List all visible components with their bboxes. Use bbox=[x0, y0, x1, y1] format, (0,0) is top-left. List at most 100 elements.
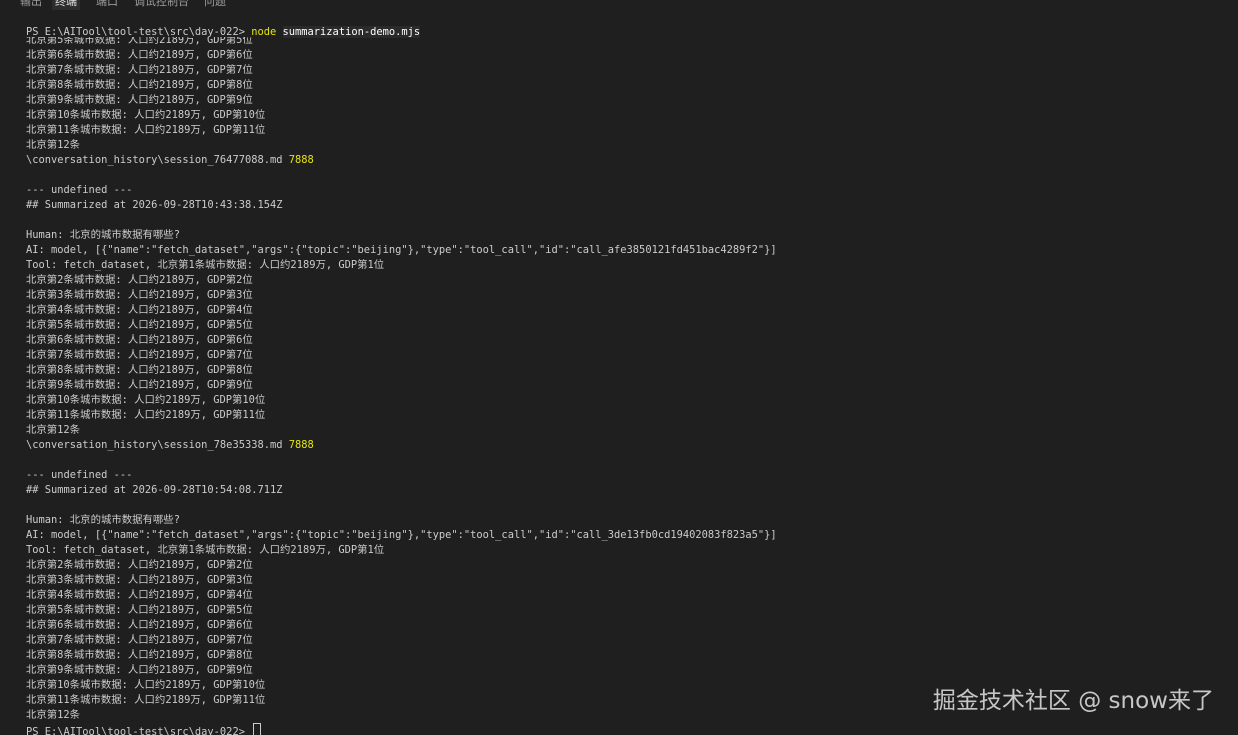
terminal-line: 北京第9条城市数据: 人口约2189万, GDP第9位 bbox=[26, 663, 777, 678]
tab-debug-console[interactable]: 调试控制台 bbox=[134, 0, 189, 10]
terminal-line-text: 北京第7条城市数据: 人口约2189万, GDP第7位 bbox=[26, 64, 253, 76]
terminal-line-text: 北京第12条 bbox=[26, 709, 81, 721]
terminal-line-text: AI: model, [{"name":"fetch_dataset","arg… bbox=[26, 529, 777, 541]
terminal-line: 北京第5条城市数据: 人口约2189万, GDP第5位 bbox=[26, 37, 777, 48]
terminal-line-text: 北京第9条城市数据: 人口约2189万, GDP第9位 bbox=[26, 379, 253, 391]
terminal-line: 北京第2条城市数据: 人口约2189万, GDP第2位 bbox=[26, 273, 777, 288]
terminal-line-text: 北京第9条城市数据: 人口约2189万, GDP第9位 bbox=[26, 94, 253, 106]
terminal-line: Human: 北京的城市数据有哪些? bbox=[26, 228, 777, 243]
terminal-line: 北京第10条城市数据: 人口约2189万, GDP第10位 bbox=[26, 393, 777, 408]
terminal-line: 北京第8条城市数据: 人口约2189万, GDP第8位 bbox=[26, 363, 777, 378]
terminal-panel[interactable]: PS E:\AITool\tool-test\src\day-022> node… bbox=[0, 10, 1238, 735]
terminal-line: 北京第4条城市数据: 人口约2189万, GDP第4位 bbox=[26, 588, 777, 603]
terminal-line-text: 北京第5条城市数据: 人口约2189万, GDP第5位 bbox=[26, 319, 253, 331]
terminal-line-text: \conversation_history\session_78e35338.m… bbox=[26, 439, 289, 451]
terminal-line: --- undefined --- bbox=[26, 183, 777, 198]
terminal-line: 北京第11条城市数据: 人口约2189万, GDP第11位 bbox=[26, 693, 777, 708]
terminal-line-number: 7888 bbox=[288, 439, 314, 451]
terminal-line-text: AI: model, [{"name":"fetch_dataset","arg… bbox=[26, 244, 777, 256]
tab-output[interactable]: 输出 bbox=[20, 0, 42, 10]
panel-tab-bar: 输出 终端 端口 调试控制台 问题 bbox=[0, 0, 1238, 10]
terminal-line: 北京第9条城市数据: 人口约2189万, GDP第9位 bbox=[26, 378, 777, 393]
terminal-line-text: 北京第10条城市数据: 人口约2189万, GDP第10位 bbox=[26, 109, 266, 121]
terminal-line: ## Summarized at 2026-09-28T10:43:38.154… bbox=[26, 198, 777, 213]
terminal-line-text: 北京第5条城市数据: 人口约2189万, GDP第5位 bbox=[26, 37, 253, 46]
terminal-line: AI: model, [{"name":"fetch_dataset","arg… bbox=[26, 243, 777, 258]
terminal-line: ## Summarized at 2026-09-28T10:54:08.711… bbox=[26, 483, 777, 498]
terminal-line-text: 北京第3条城市数据: 人口约2189万, GDP第3位 bbox=[26, 289, 253, 301]
terminal-line-text: 北京第5条城市数据: 人口约2189万, GDP第5位 bbox=[26, 604, 253, 616]
terminal-line: Human: 北京的城市数据有哪些? bbox=[26, 513, 777, 528]
tab-problems[interactable]: 问题 bbox=[204, 0, 226, 10]
terminal-line-number: 7888 bbox=[288, 154, 314, 166]
terminal-line-text: 北京第4条城市数据: 人口约2189万, GDP第4位 bbox=[26, 304, 253, 316]
terminal-line: 北京第5条城市数据: 人口约2189万, GDP第5位 bbox=[26, 318, 777, 333]
tab-terminal[interactable]: 终端 bbox=[52, 0, 80, 10]
terminal-line: 北京第6条城市数据: 人口约2189万, GDP第6位 bbox=[26, 618, 777, 633]
terminal-line: 北京第4条城市数据: 人口约2189万, GDP第4位 bbox=[26, 303, 777, 318]
terminal-cursor bbox=[253, 723, 262, 735]
terminal-line-text: 北京第8条城市数据: 人口约2189万, GDP第8位 bbox=[26, 649, 253, 661]
terminal-line-text: ## Summarized at 2026-09-28T10:54:08.711… bbox=[26, 484, 283, 496]
terminal-line-text: 北京第8条城市数据: 人口约2189万, GDP第8位 bbox=[26, 364, 253, 376]
terminal-line-text: Human: 北京的城市数据有哪些? bbox=[26, 229, 180, 241]
terminal-line: 北京第12条 bbox=[26, 423, 777, 438]
terminal-line-text: 北京第4条城市数据: 人口约2189万, GDP第4位 bbox=[26, 589, 253, 601]
terminal-line-text: 北京第11条城市数据: 人口约2189万, GDP第11位 bbox=[26, 409, 266, 421]
terminal-line: AI: model, [{"name":"fetch_dataset","arg… bbox=[26, 528, 777, 543]
terminal-line: 北京第7条城市数据: 人口约2189万, GDP第7位 bbox=[26, 348, 777, 363]
terminal-line-text: 北京第9条城市数据: 人口约2189万, GDP第9位 bbox=[26, 664, 253, 676]
terminal-line-text: 北京第8条城市数据: 人口约2189万, GDP第8位 bbox=[26, 79, 253, 91]
terminal-line: 北京第12条 bbox=[26, 708, 777, 723]
terminal-line: 北京第11条城市数据: 人口约2189万, GDP第11位 bbox=[26, 408, 777, 423]
terminal-line-text: 北京第10条城市数据: 人口约2189万, GDP第10位 bbox=[26, 679, 266, 691]
terminal-line: 北京第11条城市数据: 人口约2189万, GDP第11位 bbox=[26, 123, 777, 138]
terminal-line: Tool: fetch_dataset, 北京第1条城市数据: 人口约2189万… bbox=[26, 543, 777, 558]
terminal-line: 北京第5条城市数据: 人口约2189万, GDP第5位 bbox=[26, 603, 777, 618]
terminal-line-text: \conversation_history\session_76477088.m… bbox=[26, 154, 289, 166]
terminal-line-text: 北京第12条 bbox=[26, 424, 81, 436]
terminal-line-text: 北京第2条城市数据: 人口约2189万, GDP第2位 bbox=[26, 274, 253, 286]
terminal-line: 北京第9条城市数据: 人口约2189万, GDP第9位 bbox=[26, 93, 777, 108]
terminal-line: 北京第6条城市数据: 人口约2189万, GDP第6位 bbox=[26, 48, 777, 63]
terminal-line-text: 北京第12条 bbox=[26, 139, 81, 151]
terminal-line: 北京第6条城市数据: 人口约2189万, GDP第6位 bbox=[26, 333, 777, 348]
terminal-line-text: PS E:\AITool\tool-test\src\day-022> bbox=[26, 726, 252, 735]
terminal-line: 北京第10条城市数据: 人口约2189万, GDP第10位 bbox=[26, 108, 777, 123]
terminal-line-text: ## Summarized at 2026-09-28T10:43:38.154… bbox=[26, 199, 283, 211]
terminal-line: 北京第2条城市数据: 人口约2189万, GDP第2位 bbox=[26, 558, 777, 573]
terminal-line: 北京第10条城市数据: 人口约2189万, GDP第10位 bbox=[26, 678, 777, 693]
watermark: 掘金技术社区 @ snow来了 bbox=[932, 688, 1214, 714]
terminal-line: 北京第8条城市数据: 人口约2189万, GDP第8位 bbox=[26, 648, 777, 663]
terminal-line-text: 北京第6条城市数据: 人口约2189万, GDP第6位 bbox=[26, 49, 253, 61]
terminal-line-text: 北京第7条城市数据: 人口约2189万, GDP第7位 bbox=[26, 634, 253, 646]
terminal-line: 北京第12条 bbox=[26, 138, 777, 153]
terminal-line: 北京第8条城市数据: 人口约2189万, GDP第8位 bbox=[26, 78, 777, 93]
tab-ports[interactable]: 端口 bbox=[96, 0, 118, 10]
terminal-output[interactable]: 北京第5条城市数据: 人口约2189万, GDP第5位 北京第6条城市数据: 人口… bbox=[26, 37, 1226, 735]
terminal-line: \conversation_history\session_78e35338.m… bbox=[26, 438, 777, 453]
terminal-line-text: Human: 北京的城市数据有哪些? bbox=[26, 514, 180, 526]
terminal-line: --- undefined --- bbox=[26, 468, 777, 483]
terminal-line-text: --- undefined --- bbox=[26, 469, 133, 481]
terminal-line: \conversation_history\session_76477088.m… bbox=[26, 153, 777, 168]
terminal-line-text: 北京第11条城市数据: 人口约2189万, GDP第11位 bbox=[26, 694, 266, 706]
terminal-line-text: 北京第3条城市数据: 人口约2189万, GDP第3位 bbox=[26, 574, 253, 586]
terminal-line: 北京第7条城市数据: 人口约2189万, GDP第7位 bbox=[26, 633, 777, 648]
terminal-line-text: 北京第11条城市数据: 人口约2189万, GDP第11位 bbox=[26, 124, 266, 136]
terminal-line-text: Tool: fetch_dataset, 北京第1条城市数据: 人口约2189万… bbox=[26, 259, 385, 271]
terminal-line: 北京第7条城市数据: 人口约2189万, GDP第7位 bbox=[26, 63, 777, 78]
terminal-line: 北京第3条城市数据: 人口约2189万, GDP第3位 bbox=[26, 288, 777, 303]
terminal-line-text: 北京第7条城市数据: 人口约2189万, GDP第7位 bbox=[26, 349, 253, 361]
terminal-line-text: 北京第10条城市数据: 人口约2189万, GDP第10位 bbox=[26, 394, 266, 406]
terminal-line-text: Tool: fetch_dataset, 北京第1条城市数据: 人口约2189万… bbox=[26, 544, 385, 556]
terminal-line: Tool: fetch_dataset, 北京第1条城市数据: 人口约2189万… bbox=[26, 258, 777, 273]
terminal-line-text: 北京第2条城市数据: 人口约2189万, GDP第2位 bbox=[26, 559, 253, 571]
terminal-line-text: --- undefined --- bbox=[26, 184, 133, 196]
terminal-line-text: 北京第6条城市数据: 人口约2189万, GDP第6位 bbox=[26, 334, 253, 346]
terminal-line: 北京第3条城市数据: 人口约2189万, GDP第3位 bbox=[26, 573, 777, 588]
